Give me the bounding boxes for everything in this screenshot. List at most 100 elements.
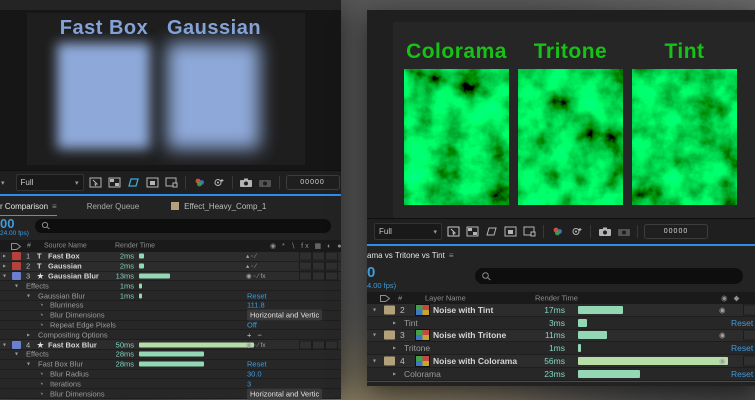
magnification-dropdown[interactable]: Full ▾	[374, 223, 442, 240]
timeline-row[interactable]: ▸ Tritone 1ms Reset	[367, 342, 755, 356]
show-snapshot-icon[interactable]	[616, 224, 631, 239]
layer-switches[interactable]: ▴ ◦ ∕	[246, 262, 256, 270]
exposure-icon[interactable]	[569, 224, 584, 239]
parent-link-box[interactable]	[743, 304, 755, 316]
layer-label-color[interactable]	[12, 340, 21, 349]
snapshot-camera-icon[interactable]	[597, 224, 612, 239]
value-dropdown[interactable]: Horizontal and Vertic	[247, 309, 323, 321]
layer-switches[interactable]: ◉	[719, 357, 726, 366]
parent-link-box[interactable]	[299, 251, 312, 261]
tab-comparison[interactable]: r Comparison ≡	[0, 202, 57, 217]
col-render-time[interactable]: Render Time	[535, 294, 578, 303]
timeline-row[interactable]: ▾ 3 Noise with Tritone 11ms ◉	[367, 329, 755, 343]
timeline-search-input[interactable]	[35, 219, 331, 233]
layer-label-color[interactable]	[12, 262, 21, 271]
mask-visibility-icon[interactable]	[484, 224, 499, 239]
timeline-row[interactable]: ▾ 4 ★ Fast Box Blur 50ms ◉ ◦ ∕ fx	[0, 340, 341, 350]
value-30-0[interactable]: 30.0	[247, 369, 262, 378]
timeline-row[interactable]: ▸ Compositing Options + −	[0, 330, 341, 341]
twirl-open-icon[interactable]: ▾	[27, 361, 30, 368]
mask-visibility-icon[interactable]	[126, 175, 141, 190]
snapshot-camera-icon[interactable]	[239, 175, 254, 190]
col-layer-name[interactable]: Layer Name	[425, 294, 466, 303]
selection-region-icon[interactable]	[88, 175, 103, 190]
twirl-closed-icon[interactable]: ▸	[393, 319, 396, 326]
timeline-row[interactable]: ◔ Repeat Edge Pixels Off	[0, 320, 341, 331]
parent-link-box[interactable]	[312, 261, 325, 271]
parent-link-box[interactable]	[325, 251, 338, 261]
tab-render-queue[interactable]: Render Queue	[87, 202, 139, 211]
magnification-dropdown[interactable]: Full ▾	[15, 174, 84, 191]
twirl-closed-icon[interactable]: ▸	[27, 331, 30, 338]
preview-timecode-field[interactable]: 00000	[285, 175, 340, 190]
layer-label-color[interactable]	[12, 252, 21, 261]
layer-label-color[interactable]	[12, 271, 21, 280]
col-render-time[interactable]: Render Time	[115, 243, 155, 250]
stopwatch-icon[interactable]: ◔	[39, 369, 44, 378]
stopwatch-icon[interactable]: ◔	[39, 379, 44, 388]
timeline-row[interactable]: ◔ Blur Dimensions Horizontal and Vertic	[0, 388, 341, 400]
show-channels-icon[interactable]	[192, 175, 207, 190]
layer-switches[interactable]: ◉ ◦ ∕ fx	[246, 341, 266, 349]
value-dropdown[interactable]: Horizontal and Vertic	[247, 388, 323, 400]
label-tag-icon[interactable]	[379, 294, 391, 303]
value--[interactable]: + −	[247, 330, 264, 339]
region-of-interest-icon[interactable]	[503, 224, 518, 239]
parent-link-box[interactable]	[325, 261, 338, 271]
timeline-search-input[interactable]	[475, 268, 743, 284]
timeline-row[interactable]: ▸ 1 T Fast Box 2ms ▴ ◦ ∕	[0, 251, 341, 262]
parent-link-box[interactable]	[743, 355, 755, 367]
parent-link-box[interactable]	[312, 251, 325, 261]
stopwatch-icon[interactable]: ◔	[39, 301, 44, 310]
parent-link-box[interactable]	[299, 340, 312, 350]
parent-link-box[interactable]	[325, 340, 338, 350]
layer-switches[interactable]: ◉ ◦ ∕ fx	[246, 272, 266, 280]
value-111-8[interactable]: 111.8	[247, 301, 265, 310]
current-time[interactable]: 0	[367, 264, 375, 281]
twirl-closed-icon[interactable]: ▸	[393, 345, 396, 352]
stopwatch-icon[interactable]: ◔	[39, 311, 44, 320]
timeline-row[interactable]: ▾ 2 Noise with Tint 17ms ◉	[367, 303, 755, 317]
panel-menu-icon[interactable]: ≡	[52, 202, 57, 211]
stopwatch-icon[interactable]: ◔	[39, 389, 44, 398]
preview-timecode-field[interactable]: 00000	[644, 224, 708, 239]
twirl-closed-icon[interactable]: ▸	[3, 263, 6, 270]
layer-switches[interactable]: ◉	[719, 305, 726, 314]
region-of-interest-icon[interactable]	[145, 175, 160, 190]
chevron-down-icon[interactable]: ▾	[1, 179, 5, 187]
twirl-closed-icon[interactable]: ▸	[393, 370, 396, 377]
transparency-grid-icon[interactable]	[465, 224, 480, 239]
twirl-open-icon[interactable]: ▾	[3, 341, 6, 348]
twirl-open-icon[interactable]: ▾	[27, 292, 30, 299]
twirl-open-icon[interactable]: ▾	[15, 282, 18, 289]
col-index[interactable]: #	[27, 243, 31, 250]
timeline-row[interactable]: ▾ Gaussian Blur 1ms Reset	[0, 291, 341, 301]
exposure-icon[interactable]	[211, 175, 226, 190]
toggle-viewer-icon[interactable]	[164, 175, 179, 190]
parent-link-box[interactable]	[299, 271, 312, 281]
current-time[interactable]: 00	[0, 216, 14, 231]
twirl-open-icon[interactable]: ▾	[373, 306, 376, 313]
value-reset[interactable]: Reset	[247, 291, 267, 300]
layer-label-color[interactable]	[384, 356, 395, 366]
transparency-grid-icon[interactable]	[107, 175, 122, 190]
parent-link-box[interactable]	[299, 261, 312, 271]
value-reset[interactable]: Reset	[731, 369, 753, 379]
parent-link-box[interactable]	[325, 271, 338, 281]
timeline-row[interactable]: ▾ Effects 1ms	[0, 281, 341, 292]
tab-colorama-comparison[interactable]: ama vs Tritone vs Tint ≡	[367, 251, 453, 260]
panel-menu-icon[interactable]: ≡	[449, 251, 454, 260]
twirl-open-icon[interactable]: ▾	[3, 272, 6, 279]
show-snapshot-icon[interactable]	[258, 175, 273, 190]
layer-switches[interactable]: ▴ ◦ ∕	[246, 252, 256, 260]
value-3[interactable]: 3	[247, 379, 251, 388]
timeline-row[interactable]: ▸ Tint 3ms Reset	[367, 316, 755, 330]
value-off[interactable]: Off	[247, 320, 257, 329]
timeline-row[interactable]: ▸ 2 T Gaussian 2ms ▴ ◦ ∕	[0, 261, 341, 272]
label-tag-icon[interactable]	[10, 242, 22, 251]
twirl-closed-icon[interactable]: ▸	[3, 253, 6, 260]
twirl-open-icon[interactable]: ▾	[15, 351, 18, 358]
parent-link-box[interactable]	[312, 271, 325, 281]
timeline-row[interactable]: ▾ 3 ★ Gaussian Blur 13ms ◉ ◦ ∕ fx	[0, 271, 341, 282]
timeline-row[interactable]: ◔ Blur Dimensions Horizontal and Vertic	[0, 309, 341, 321]
